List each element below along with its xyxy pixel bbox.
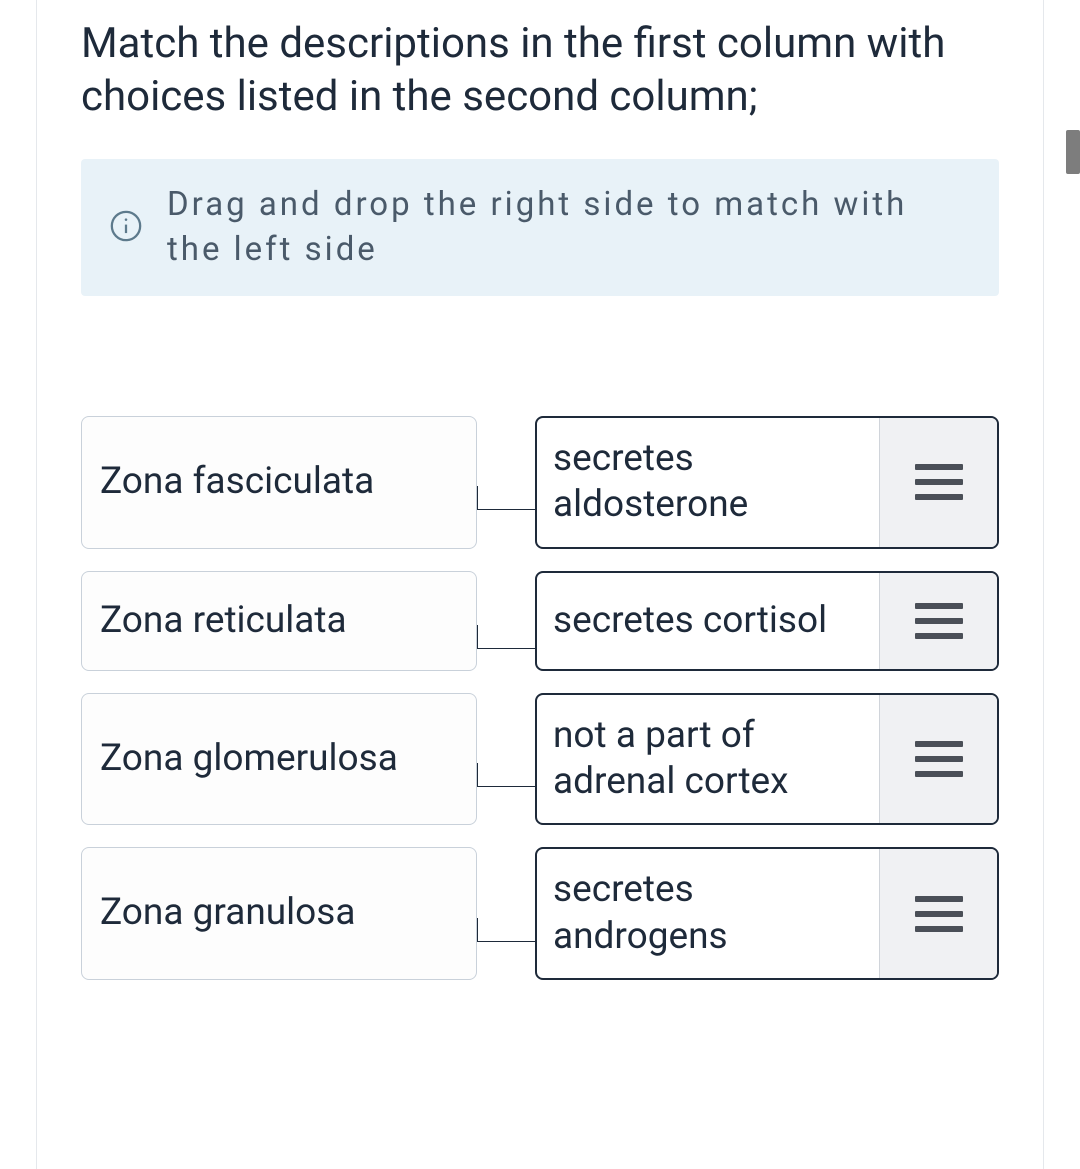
match-rows: Zona fasciculata secretes aldosterone Zo…	[81, 416, 999, 980]
drag-handle[interactable]	[879, 695, 997, 824]
match-row: Zona glomerulosa not a part of adrenal c…	[81, 693, 999, 826]
info-text: Drag and drop the right side to match wi…	[167, 183, 971, 272]
match-connector	[477, 593, 535, 649]
match-row: Zona fasciculata secretes aldosterone	[81, 416, 999, 549]
match-right-text: secretes cortisol	[537, 573, 879, 669]
drag-handle-icon	[915, 741, 963, 777]
match-left-card: Zona granulosa	[81, 847, 477, 980]
match-connector	[477, 886, 535, 942]
match-right-card[interactable]: not a part of adrenal cortex	[535, 693, 999, 826]
drag-handle[interactable]	[879, 418, 997, 547]
drag-handle-icon	[915, 896, 963, 932]
match-left-text: Zona fasciculata	[100, 459, 374, 505]
match-right-text: secretes androgens	[537, 849, 879, 978]
drag-handle-icon	[915, 603, 963, 639]
question-container: Match the descriptions in the first colu…	[36, 0, 1044, 1169]
question-title: Match the descriptions in the first colu…	[81, 18, 999, 123]
info-icon	[109, 209, 143, 247]
match-left-card: Zona glomerulosa	[81, 693, 477, 826]
match-right-text: secretes aldosterone	[537, 418, 879, 547]
match-left-card: Zona fasciculata	[81, 416, 477, 549]
match-connector	[477, 731, 535, 787]
match-left-text: Zona granulosa	[100, 890, 356, 936]
match-row: Zona reticulata secretes cortisol	[81, 571, 999, 671]
drag-handle[interactable]	[879, 849, 997, 978]
info-box: Drag and drop the right side to match wi…	[81, 159, 999, 296]
match-left-text: Zona glomerulosa	[100, 736, 398, 782]
match-left-text: Zona reticulata	[100, 598, 347, 644]
scrollbar-thumb[interactable]	[1066, 130, 1080, 174]
match-row: Zona granulosa secretes androgens	[81, 847, 999, 980]
match-connector	[477, 454, 535, 510]
drag-handle[interactable]	[879, 573, 997, 669]
match-right-card[interactable]: secretes aldosterone	[535, 416, 999, 549]
match-right-card[interactable]: secretes cortisol	[535, 571, 999, 671]
drag-handle-icon	[915, 464, 963, 500]
match-right-text: not a part of adrenal cortex	[537, 695, 879, 824]
match-right-card[interactable]: secretes androgens	[535, 847, 999, 980]
match-left-card: Zona reticulata	[81, 571, 477, 671]
